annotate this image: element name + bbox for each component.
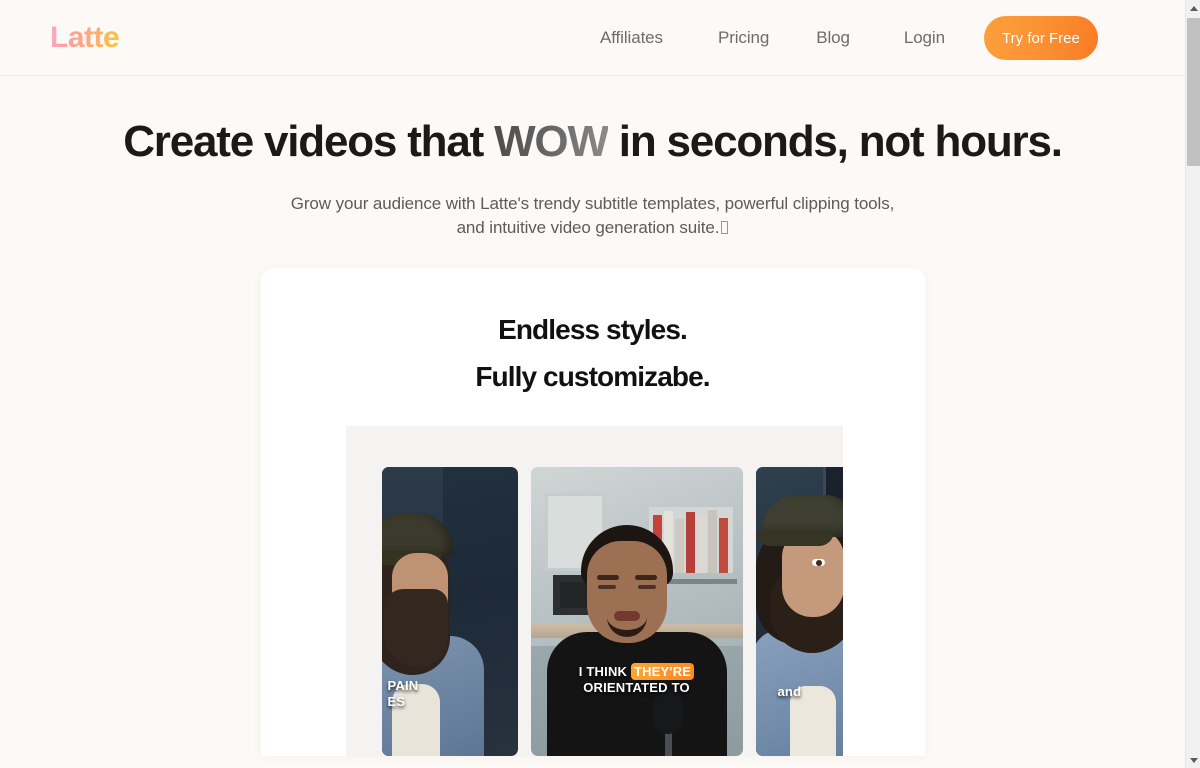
caption-line-2: ES [387, 694, 406, 710]
caption-line-2: ORIENTATED TO [583, 680, 690, 696]
scroll-up-arrow-icon[interactable] [1186, 0, 1200, 16]
showcase-title-line-2: Fully customizabe. [475, 361, 710, 392]
scene-eye [811, 559, 825, 566]
video-carousel-reel[interactable]: PAIN ES I THINK THEY'RE ORIENTATED TO an… [381, 467, 843, 756]
caption-line-1: PAIN [387, 678, 419, 694]
nav-link-blog[interactable]: Blog [816, 28, 850, 48]
caption-line-1: and [777, 684, 802, 700]
hero-subtitle-text: Grow your audience with Latte's trendy s… [290, 194, 895, 237]
scene-beard [383, 589, 448, 667]
scroll-down-arrow-icon[interactable] [1186, 752, 1200, 768]
scene-book [718, 518, 728, 573]
video-thumbnail-center [530, 467, 743, 756]
video-thumbnail-right [755, 467, 843, 756]
caption-highlight-word: THEY'RE [630, 663, 695, 681]
scene-microphone [652, 690, 683, 734]
try-for-free-button[interactable]: Try for Free [983, 16, 1098, 60]
headline-emphasis-wow: WOW [494, 117, 609, 166]
page-viewport: Latte Affiliates Pricing Blog Login Try … [0, 0, 1185, 768]
hero-subtitle: Grow your audience with Latte's trendy s… [283, 192, 903, 240]
video-caption-right: and [756, 684, 843, 700]
headline-text-before: Create videos that [123, 117, 495, 166]
caption-text-plain: I THINK [578, 664, 631, 680]
video-caption-left: PAIN ES [382, 678, 518, 710]
headline-text-after: in seconds, not hours. [607, 117, 1063, 166]
brand-logo[interactable]: Latte [50, 22, 120, 53]
scene-eye [597, 585, 616, 589]
scene-eye [637, 585, 656, 589]
page-scrollbar[interactable] [1185, 0, 1200, 768]
video-thumbnail-left [381, 467, 518, 756]
scene-book [707, 510, 717, 573]
nav-link-affiliates[interactable]: Affiliates [600, 28, 663, 48]
video-panel-left[interactable]: PAIN ES [381, 467, 518, 756]
hero-section: Create videos that WOW in seconds, not h… [0, 76, 1185, 240]
nav-link-pricing[interactable]: Pricing [718, 28, 769, 48]
scene-cap [381, 513, 454, 565]
showcase-card: Endless styles. Fully customizabe. PAIN … [260, 268, 925, 756]
page-title: Create videos that WOW in seconds, not h… [0, 114, 1185, 170]
video-panel-center[interactable]: I THINK THEY'RE ORIENTATED TO [530, 467, 743, 756]
scene-book [674, 519, 684, 573]
scene-eyebrow [634, 575, 657, 580]
video-caption-center: I THINK THEY'RE ORIENTATED TO [531, 663, 743, 696]
scene-face [586, 541, 667, 643]
video-carousel-stage: PAIN ES I THINK THEY'RE ORIENTATED TO an… [345, 426, 843, 756]
scene-mouth [613, 611, 640, 621]
showcase-title-line-1: Endless styles. [498, 314, 688, 345]
scene-eyebrow [596, 575, 619, 580]
scene-book [696, 516, 706, 573]
caption-line-1: I THINK THEY'RE [535, 663, 739, 681]
nav-link-login[interactable]: Login [904, 28, 945, 48]
main-navigation: Affiliates Pricing Blog Login Try for Fr… [600, 0, 1098, 76]
site-header: Latte Affiliates Pricing Blog Login Try … [0, 0, 1185, 76]
scene-book [685, 512, 695, 573]
scrollbar-thumb[interactable] [1187, 18, 1200, 166]
missing-glyph-icon [721, 221, 729, 234]
video-panel-right[interactable]: and [755, 467, 843, 756]
